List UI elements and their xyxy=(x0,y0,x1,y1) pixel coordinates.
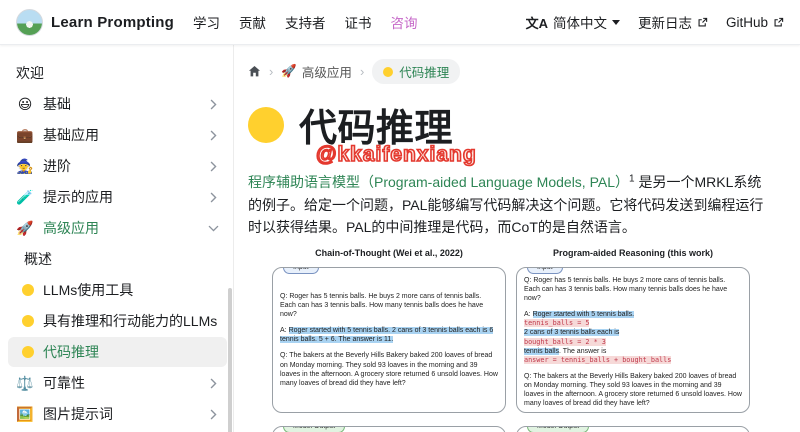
sidebar-item-basics[interactable]: 😃 基础 xyxy=(8,89,227,119)
sidebar: 欢迎 😃 基础 💼 基础应用 🧙 进阶 🧪 提示的应用 🚀 高级应用 概述 LL… xyxy=(0,45,234,432)
chevron-right-icon xyxy=(208,161,219,172)
language-dropdown[interactable]: 文A 简体中文 xyxy=(526,12,620,32)
cot-input-box: Input Q: Roger has 5 tennis balls. He bu… xyxy=(272,267,506,414)
briefcase-icon: 💼 xyxy=(16,126,34,143)
sidebar-item-llms-using-tools[interactable]: LLMs使用工具 xyxy=(8,275,227,305)
home-icon xyxy=(248,65,261,77)
sidebar-item-label: 欢迎 xyxy=(16,65,44,81)
figure-column-title: Chain-of-Thought (Wei et al., 2022) xyxy=(315,248,463,259)
nav-link-learn[interactable]: 学习 xyxy=(193,12,220,32)
sidebar-item-llms-reason-act[interactable]: 具有推理和行动能力的LLMs xyxy=(8,306,227,336)
changelog-label: 更新日志 xyxy=(637,16,692,31)
sidebar-item-reliability[interactable]: ⚖️ 可靠性 xyxy=(8,368,227,398)
sidebar-item-label: 进阶 xyxy=(43,158,71,174)
nav-link-supporters[interactable]: 支持者 xyxy=(285,12,326,32)
sidebar-item-label: 提示的应用 xyxy=(43,189,113,205)
sidebar-item-welcome[interactable]: 欢迎 xyxy=(8,58,227,88)
figure-column-cot: Chain-of-Thought (Wei et al., 2022) Inpu… xyxy=(272,248,506,432)
smiley-icon: 😃 xyxy=(17,95,33,112)
chevron-right-icon xyxy=(208,378,219,389)
sidebar-scrollbar[interactable] xyxy=(228,288,232,432)
top-navbar: Learn Prompting 学习 贡献 支持者 证书 咨询 文A 简体中文 … xyxy=(0,0,800,45)
input-label: Input xyxy=(527,268,563,275)
yellow-circle-icon xyxy=(22,315,34,327)
model-output-label: Model Output xyxy=(527,427,590,432)
external-link-icon xyxy=(698,17,708,26)
sidebar-item-label: 概述 xyxy=(24,251,52,267)
breadcrumb: › 🚀 高级应用 › 代码推理 xyxy=(248,59,774,84)
figure-column-title: Program-aided Reasoning (this work) xyxy=(552,248,714,259)
input-label: Input xyxy=(283,268,319,275)
rocket-icon: 🚀 xyxy=(281,64,297,78)
mage-icon: 🧙 xyxy=(16,157,34,174)
test-tube-icon: 🧪 xyxy=(16,188,34,205)
yellow-circle-icon xyxy=(22,346,34,358)
sidebar-item-image-prompting[interactable]: 🖼️ 图片提示词 xyxy=(8,399,227,429)
brand-home-link[interactable]: Learn Prompting xyxy=(16,8,175,36)
sidebar-item-intermediate[interactable]: 🧙 进阶 xyxy=(8,151,227,181)
pal-link[interactable]: 程序辅助语言模型（Program-aided Language Models, … xyxy=(248,174,629,190)
breadcrumb-section[interactable]: 🚀 高级应用 xyxy=(281,62,352,81)
yellow-circle-icon xyxy=(383,66,394,77)
sidebar-item-label: 具有推理和行动能力的LLMs xyxy=(43,313,218,329)
sidebar-item-label: 高级应用 xyxy=(43,220,99,236)
pal-input-text: Q: Roger has 5 tennis balls. He buys 2 m… xyxy=(524,277,742,408)
sidebar-item-applied-prompting[interactable]: 🧪 提示的应用 xyxy=(8,182,227,212)
sidebar-item-label: 可靠性 xyxy=(43,375,85,391)
sidebar-item-label: 代码推理 xyxy=(43,344,99,360)
external-link-icon xyxy=(774,17,784,26)
chevron-down-icon xyxy=(208,223,219,234)
breadcrumb-section-label: 高级应用 xyxy=(301,66,352,80)
site-logo-icon xyxy=(16,8,43,36)
chevron-right-icon xyxy=(208,99,219,110)
breadcrumb-current: 代码推理 xyxy=(372,59,461,84)
chevron-right-icon xyxy=(208,130,219,141)
cot-output-box: Model Output A: The bakers started with … xyxy=(272,426,506,432)
breadcrumb-current-label: 代码推理 xyxy=(399,66,450,80)
sidebar-item-label: 基础应用 xyxy=(43,127,99,143)
watermark: @kkaifenxiang xyxy=(315,142,477,167)
chevron-down-icon xyxy=(611,19,620,25)
sidebar-item-overview[interactable]: 概述 xyxy=(8,244,227,274)
changelog-link[interactable]: 更新日志 xyxy=(638,12,708,32)
framed-picture-icon: 🖼️ xyxy=(16,405,34,422)
pal-output-box: Model Output A: The bakers started with … xyxy=(516,426,750,432)
balance-scale-icon: ⚖️ xyxy=(16,374,34,391)
model-output-label: Model Output xyxy=(283,427,346,432)
breadcrumb-separator: › xyxy=(269,64,274,79)
sidebar-item-label: 基础 xyxy=(43,96,71,112)
yellow-circle-icon xyxy=(22,284,34,296)
pal-input-box: Input Q: Roger has 5 tennis balls. He bu… xyxy=(516,267,750,414)
sidebar-item-advanced-applications[interactable]: 🚀 高级应用 xyxy=(8,213,227,243)
nav-link-contribute[interactable]: 贡献 xyxy=(239,12,266,32)
cot-input-text: Q: Roger has 5 tennis balls. He buys 2 m… xyxy=(280,293,498,387)
brand-name: Learn Prompting xyxy=(51,13,175,31)
sidebar-item-label: 图片提示词 xyxy=(43,406,113,422)
main-content: › 🚀 高级应用 › 代码推理 代码推理 @kkaifenxiang 程序辅助语… xyxy=(234,45,800,432)
navbar-right: 文A 简体中文 更新日志 GitHub xyxy=(526,12,784,32)
nav-link-consulting[interactable]: 咨询 xyxy=(391,12,418,32)
translate-icon: 文A xyxy=(525,15,548,31)
breadcrumb-home[interactable] xyxy=(248,65,261,78)
figure-column-pal: Program-aided Reasoning (this work) Inpu… xyxy=(516,248,750,432)
sidebar-item-basic-applications[interactable]: 💼 基础应用 xyxy=(8,120,227,150)
chevron-right-icon xyxy=(208,409,219,420)
nav-link-certificate[interactable]: 证书 xyxy=(345,12,372,32)
language-label: 简体中文 xyxy=(552,16,607,31)
yellow-circle-icon xyxy=(248,106,284,143)
breadcrumb-separator: › xyxy=(359,64,365,79)
rocket-icon: 🚀 xyxy=(16,219,34,236)
sidebar-item-code-reasoning[interactable]: 代码推理 xyxy=(8,337,227,367)
chevron-right-icon xyxy=(208,192,219,203)
sidebar-item-label: LLMs使用工具 xyxy=(43,282,134,298)
intro-paragraph: 程序辅助语言模型（Program-aided Language Models, … xyxy=(248,171,774,239)
pal-comparison-figure: Chain-of-Thought (Wei et al., 2022) Inpu… xyxy=(272,248,750,432)
github-link[interactable]: GitHub xyxy=(726,15,784,30)
github-label: GitHub xyxy=(725,14,768,30)
